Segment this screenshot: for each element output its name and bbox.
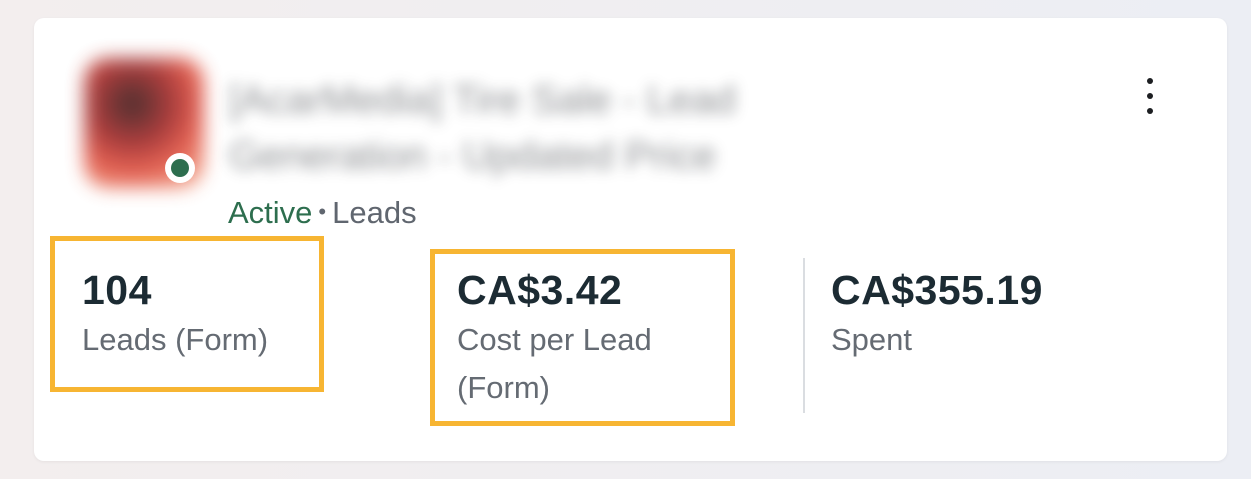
campaign-card[interactable]: [AcarMedia] Tire Sale - Lead Generation … xyxy=(34,18,1227,461)
more-dot xyxy=(1147,108,1153,114)
metric-label-line2: (Form) xyxy=(457,370,550,405)
status-line: Active • Leads xyxy=(228,193,417,236)
more-vertical-icon xyxy=(1147,78,1153,84)
metric-value: 104 xyxy=(82,267,152,313)
metric-label: Leads (Form) xyxy=(82,322,269,357)
status-text: Active xyxy=(228,195,313,230)
objective-text: Leads xyxy=(332,195,417,230)
metric-leads: 104 Leads (Form) xyxy=(82,264,268,364)
metric-value: CA$355.19 xyxy=(831,267,1043,313)
metric-spent: CA$355.19 Spent xyxy=(831,264,1043,364)
metric-label: Spent xyxy=(831,322,913,357)
metric-cost-per-lead: CA$3.42 Cost per Lead (Form) xyxy=(457,264,652,412)
more-options-button[interactable] xyxy=(1134,74,1166,118)
active-status-dot-icon xyxy=(165,153,195,183)
metric-value: CA$3.42 xyxy=(457,267,623,313)
more-dot xyxy=(1147,93,1153,99)
metric-divider xyxy=(803,258,805,413)
status-separator: • xyxy=(318,199,327,224)
metric-label-line1: Cost per Lead xyxy=(457,322,652,357)
campaign-name[interactable]: [AcarMedia] Tire Sale - Lead Generation … xyxy=(229,72,869,184)
